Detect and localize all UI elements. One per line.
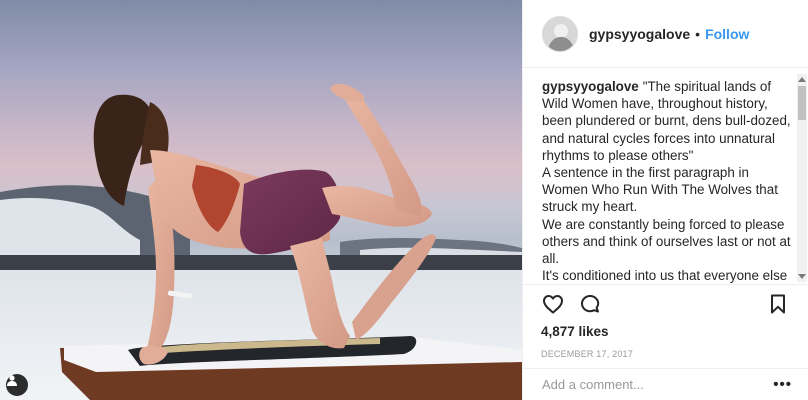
likes-count[interactable]: 4,877 likes bbox=[541, 324, 790, 339]
scroll-down-arrow-icon[interactable] bbox=[798, 274, 806, 279]
avatar[interactable] bbox=[542, 15, 578, 52]
scroll-up-arrow-icon[interactable] bbox=[798, 77, 806, 82]
caption-paragraph: gypsyyogalove "The spiritual lands of Wil… bbox=[542, 78, 792, 164]
caption-paragraph: A sentence in the first paragraph in Wom… bbox=[542, 165, 778, 215]
caption-scrollbar[interactable] bbox=[797, 74, 807, 282]
header-separator: • bbox=[695, 25, 701, 42]
speech-bubble-icon[interactable] bbox=[578, 292, 602, 316]
caption-paragraph: We are constantly being forced to please… bbox=[542, 216, 791, 267]
comment-input[interactable] bbox=[542, 377, 774, 392]
caption-paragraph: It's conditioned into us that everyone e… bbox=[542, 268, 788, 284]
post-header: gypsyyogalove • Follow bbox=[523, 0, 808, 68]
action-icons-row bbox=[541, 285, 790, 323]
header-username[interactable]: gypsyyogalove bbox=[589, 26, 690, 42]
post-caption: gypsyyogalove "The spiritual lands of Wil… bbox=[542, 78, 792, 284]
avatar-image bbox=[543, 16, 577, 51]
post-side-panel: gypsyyogalove • Follow gypsyyogalove "The… bbox=[522, 0, 808, 400]
caption-username[interactable]: gypsyyogalove bbox=[542, 79, 639, 94]
caption-scroll-area[interactable]: gypsyyogalove "The spiritual lands of Wil… bbox=[523, 69, 808, 284]
heart-outline-icon[interactable] bbox=[541, 292, 565, 316]
post-actions: 4,877 likes December 17, 2017 bbox=[523, 284, 808, 359]
more-options-icon[interactable]: ••• bbox=[773, 376, 792, 393]
bookmark-icon[interactable] bbox=[766, 292, 790, 316]
post-photo[interactable] bbox=[0, 0, 522, 400]
user-tag-icon[interactable] bbox=[6, 374, 28, 396]
comment-bar: ••• bbox=[523, 368, 808, 400]
yoga-photo-illustration bbox=[0, 83, 522, 400]
post-date: December 17, 2017 bbox=[541, 349, 633, 359]
follow-button[interactable]: Follow bbox=[705, 26, 749, 42]
scrollbar-thumb[interactable] bbox=[798, 86, 806, 120]
